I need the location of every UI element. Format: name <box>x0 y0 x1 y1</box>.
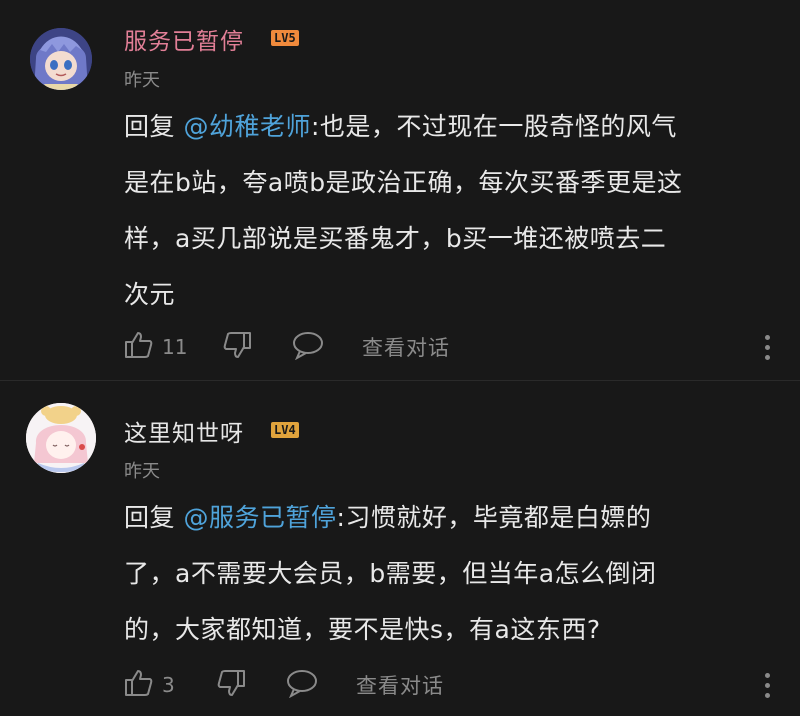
avatar[interactable] <box>26 403 96 473</box>
comment-actions: 3 查看对话 <box>124 667 774 703</box>
thumb-up-icon <box>124 668 154 702</box>
reply-button[interactable] <box>286 667 318 703</box>
comment-line: 了，a不需要大会员，b需要，但当年a怎么倒闭 <box>124 559 657 588</box>
comment-line: 是在b站，夸a喷b是政治正确，每次买番季更是这 <box>124 168 683 197</box>
timestamp: 昨天 <box>124 70 160 91</box>
username[interactable]: 这里知世呀 <box>124 414 244 448</box>
dislike-button[interactable] <box>222 329 252 365</box>
view-dialog-link[interactable]: 查看对话 <box>362 329 450 365</box>
level-badge: LV4 <box>271 422 299 438</box>
like-count: 11 <box>162 335 188 359</box>
username[interactable]: 服务已暂停 <box>124 22 244 56</box>
comment-line: 样，a买几部说是买番鬼才，b买一堆还被喷去二 <box>124 224 667 253</box>
avatar[interactable] <box>30 28 92 90</box>
like-button[interactable]: 3 <box>124 667 175 703</box>
reply-prefix: 回复 <box>124 112 184 141</box>
comment-text: 回复 @幼稚老师:也是，不过现在一股奇怪的风气 是在b站，夸a喷b是政治正确，每… <box>124 99 784 323</box>
comment-text: 回复 @服务已暂停:习惯就好，毕竟都是白嫖的 了，a不需要大会员，b需要，但当年… <box>124 490 784 658</box>
comment-line: :也是，不过现在一股奇怪的风气 <box>310 112 677 141</box>
more-vertical-icon[interactable] <box>760 667 774 703</box>
reply-button[interactable] <box>292 329 324 365</box>
comment-bubble-icon <box>286 668 318 702</box>
comment-item: 这里知世呀 LV4 昨天 回复 @服务已暂停:习惯就好，毕竟都是白嫖的 了，a不… <box>0 381 800 716</box>
mention-link[interactable]: @幼稚老师 <box>183 112 311 141</box>
comment-line: :习惯就好，毕竟都是白嫖的 <box>336 503 652 532</box>
timestamp: 昨天 <box>124 461 160 482</box>
more-vertical-icon[interactable] <box>760 329 774 365</box>
comment-line: 次元 <box>124 280 176 309</box>
reply-prefix: 回复 <box>124 503 184 532</box>
thumb-down-icon <box>222 330 252 364</box>
thumb-down-icon <box>216 668 246 702</box>
comment-item: 服务已暂停 LV5 昨天 回复 @幼稚老师:也是，不过现在一股奇怪的风气 是在b… <box>0 0 800 380</box>
like-count: 3 <box>162 673 175 697</box>
comment-line: 的，大家都知道，要不是快s，有a这东西? <box>124 615 601 644</box>
mention-link[interactable]: @服务已暂停 <box>183 503 336 532</box>
like-button[interactable]: 11 <box>124 329 187 365</box>
dislike-button[interactable] <box>216 667 246 703</box>
view-dialog-link[interactable]: 查看对话 <box>356 667 444 703</box>
comment-actions: 11 查看对话 <box>124 329 774 365</box>
comment-bubble-icon <box>292 330 324 364</box>
thumb-up-icon <box>124 330 154 364</box>
level-badge: LV5 <box>271 30 299 46</box>
